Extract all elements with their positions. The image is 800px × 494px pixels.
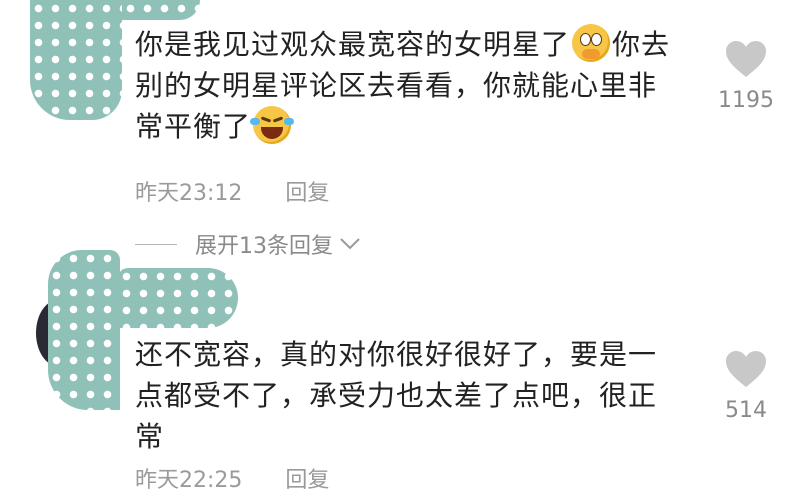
like-count: 514 xyxy=(725,398,767,423)
redaction-mask xyxy=(30,0,122,120)
comment-text: 你是我见过观众最宽容的女明星了 你去 别的女明星评论区去看看，你就能心里非 常平衡了 xyxy=(135,24,695,147)
comment-meta: 昨天23:12 回复 xyxy=(135,175,365,207)
redaction-mask xyxy=(48,250,120,410)
expand-replies-label: 展开13条回复 xyxy=(195,234,333,259)
reply-button[interactable]: 回复 xyxy=(285,468,329,493)
like-button[interactable]: 1195 xyxy=(706,40,786,113)
heart-icon xyxy=(726,41,766,77)
comment-text: 还不宽容，真的对你很好很好了，要是一 点都受不了，承受力也太差了点吧，很正常 xyxy=(135,338,658,453)
divider-line xyxy=(135,243,177,245)
reply-button[interactable]: 回复 xyxy=(285,181,329,206)
comment-timestamp: 昨天22:25 xyxy=(135,468,243,493)
chevron-down-icon xyxy=(340,238,360,250)
pleading-face-emoji-icon xyxy=(572,24,611,62)
like-count: 1195 xyxy=(718,88,774,113)
comment-timestamp: 昨天23:12 xyxy=(135,181,243,206)
redaction-mask xyxy=(118,268,238,328)
comment-meta: 昨天22:25 回复 xyxy=(135,462,365,494)
laughing-crying-emoji-icon xyxy=(250,106,295,144)
expand-replies-button[interactable]: 展开13条回复 xyxy=(135,228,361,260)
heart-icon xyxy=(726,351,766,387)
like-button[interactable]: 514 xyxy=(706,350,786,423)
redaction-mask xyxy=(122,0,200,20)
